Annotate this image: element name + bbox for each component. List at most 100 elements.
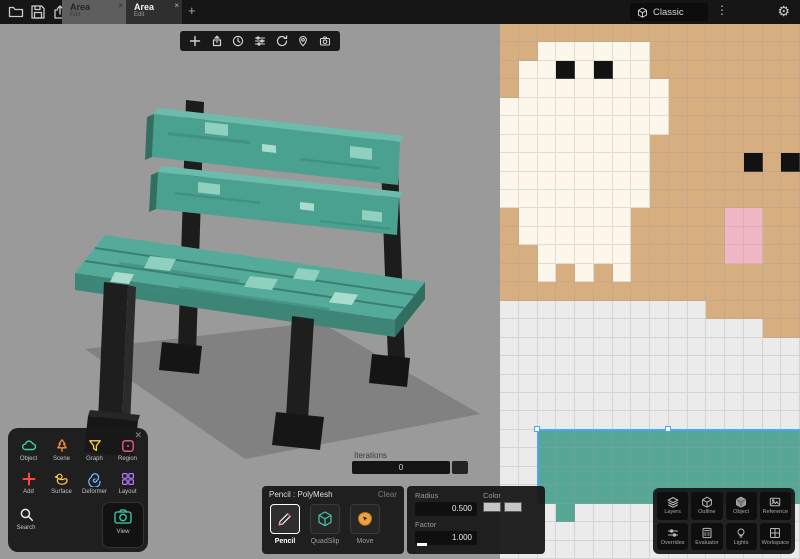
texture-pixel[interactable]: [668, 226, 688, 246]
texture-pixel[interactable]: [687, 208, 707, 227]
texture-pixel[interactable]: [668, 263, 688, 283]
texture-pixel[interactable]: [650, 392, 669, 412]
texture-pixel[interactable]: [575, 97, 594, 117]
texture-pixel[interactable]: [781, 208, 800, 227]
tool-region[interactable]: Region: [111, 436, 144, 469]
texture-pixel[interactable]: [593, 134, 613, 154]
texture-pixel[interactable]: [781, 448, 800, 467]
texture-pixel[interactable]: [518, 226, 538, 246]
texture-pixel[interactable]: [556, 448, 575, 467]
texture-pixel[interactable]: [593, 208, 613, 227]
texture-pixel[interactable]: [725, 171, 744, 191]
texture-pixel[interactable]: [650, 116, 669, 135]
tool-deformer[interactable]: Deformer: [78, 469, 111, 502]
texture-pixel[interactable]: [762, 153, 782, 172]
texture-pixel[interactable]: [725, 429, 744, 449]
texture-pixel[interactable]: [631, 319, 650, 338]
rotate-icon[interactable]: [276, 35, 288, 47]
texture-pixel[interactable]: [556, 24, 575, 43]
texture-pixel[interactable]: [743, 24, 763, 43]
texture-pixel[interactable]: [668, 42, 688, 61]
texture-pixel[interactable]: [500, 190, 519, 209]
texture-pixel[interactable]: [556, 97, 575, 117]
tab-area-2[interactable]: Area Edit ×: [126, 0, 182, 24]
texture-pixel[interactable]: [725, 153, 744, 172]
texture-pixel[interactable]: [743, 208, 763, 227]
texture-pixel[interactable]: [781, 245, 800, 264]
texture-pixel[interactable]: [668, 411, 688, 430]
texture-pixel[interactable]: [575, 153, 594, 172]
quadslip-tool-button[interactable]: [310, 504, 340, 534]
texture-pixel[interactable]: [593, 356, 613, 375]
texture-pixel[interactable]: [556, 60, 575, 80]
texture-pixel[interactable]: [612, 466, 632, 486]
dock-lights-button[interactable]: Lights: [725, 522, 757, 550]
texture-pixel[interactable]: [556, 392, 575, 412]
texture-pixel[interactable]: [706, 374, 725, 393]
texture-pixel[interactable]: [556, 337, 575, 357]
tool-scene[interactable]: Scene: [45, 436, 78, 469]
texture-pixel[interactable]: [575, 374, 594, 393]
texture-pixel[interactable]: [556, 134, 575, 154]
texture-pixel[interactable]: [612, 374, 632, 393]
texture-pixel[interactable]: [631, 522, 650, 541]
texture-pixel[interactable]: [706, 245, 725, 264]
texture-pixel[interactable]: [631, 374, 650, 393]
gear-icon[interactable]: ⚙: [777, 3, 790, 20]
texture-pixel[interactable]: [743, 226, 763, 246]
texture-pixel[interactable]: [500, 282, 519, 301]
texture-pixel[interactable]: [631, 190, 650, 209]
texture-pixel[interactable]: [556, 466, 575, 486]
texture-pixel[interactable]: [687, 60, 707, 80]
texture-pixel[interactable]: [725, 263, 744, 283]
texture-pixel[interactable]: [668, 116, 688, 135]
texture-pixel[interactable]: [668, 171, 688, 191]
texture-pixel[interactable]: [762, 411, 782, 430]
texture-pixel[interactable]: [500, 24, 519, 43]
texture-pixel[interactable]: [537, 42, 557, 61]
texture-pixel[interactable]: [537, 226, 557, 246]
texture-pixel[interactable]: [650, 466, 669, 486]
texture-pixel[interactable]: [725, 448, 744, 467]
texture-pixel[interactable]: [556, 374, 575, 393]
texture-pixel[interactable]: [725, 208, 744, 227]
texture-pixel[interactable]: [687, 429, 707, 449]
texture-pixel[interactable]: [500, 153, 519, 172]
dock-overrides-button[interactable]: Overrides: [657, 522, 689, 550]
texture-pixel[interactable]: [500, 319, 519, 338]
texture-pixel[interactable]: [631, 42, 650, 61]
texture-pixel[interactable]: [781, 42, 800, 61]
texture-pixel[interactable]: [500, 171, 519, 191]
texture-pixel[interactable]: [593, 79, 613, 98]
texture-pixel[interactable]: [556, 503, 575, 523]
texture-pixel[interactable]: [668, 60, 688, 80]
texture-pixel[interactable]: [612, 356, 632, 375]
factor-slider-chip[interactable]: [417, 543, 427, 546]
texture-pixel[interactable]: [575, 24, 594, 43]
texture-pixel[interactable]: [631, 208, 650, 227]
texture-pixel[interactable]: [743, 392, 763, 412]
texture-pixel[interactable]: [687, 42, 707, 61]
texture-pixel[interactable]: [762, 208, 782, 227]
texture-pixel[interactable]: [668, 392, 688, 412]
texture-pixel[interactable]: [706, 411, 725, 430]
texture-pixel[interactable]: [593, 60, 613, 80]
texture-pixel[interactable]: [781, 79, 800, 98]
texture-pixel[interactable]: [762, 134, 782, 154]
texture-pixel[interactable]: [575, 337, 594, 357]
texture-pixel[interactable]: [612, 79, 632, 98]
texture-pixel[interactable]: [593, 116, 613, 135]
texture-pixel[interactable]: [743, 245, 763, 264]
texture-pixel[interactable]: [631, 356, 650, 375]
texture-pixel[interactable]: [593, 190, 613, 209]
texture-pixel[interactable]: [612, 42, 632, 61]
texture-pixel[interactable]: [593, 245, 613, 264]
texture-pixel[interactable]: [725, 392, 744, 412]
texture-pixel[interactable]: [725, 24, 744, 43]
texture-pixel[interactable]: [706, 60, 725, 80]
texture-pixel[interactable]: [706, 226, 725, 246]
texture-pixel[interactable]: [650, 42, 669, 61]
texture-pixel[interactable]: [725, 226, 744, 246]
texture-pixel[interactable]: [706, 190, 725, 209]
texture-pixel[interactable]: [743, 42, 763, 61]
